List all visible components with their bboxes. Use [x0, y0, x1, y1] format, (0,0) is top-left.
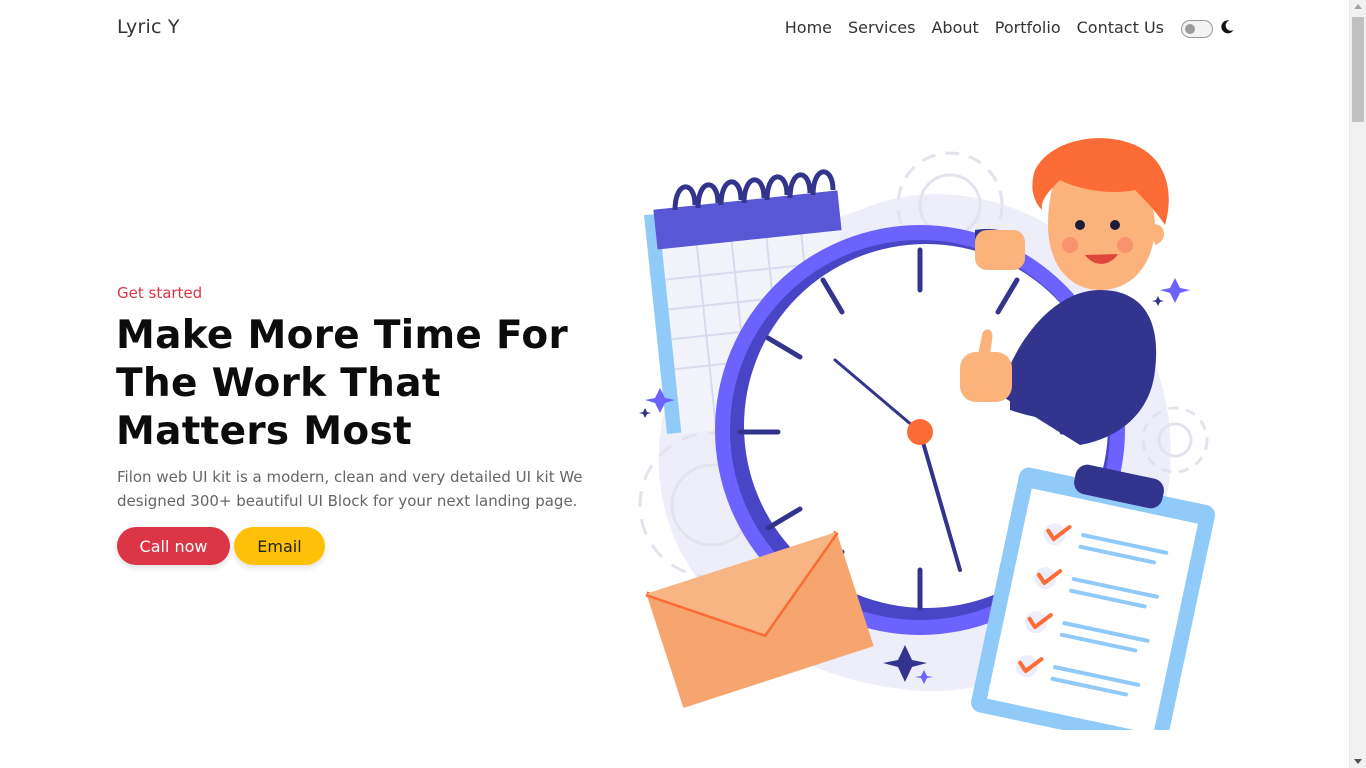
- time-management-illustration: [638, 138, 1215, 730]
- hero-headline: Make More Time For The Work That Matters…: [116, 313, 569, 454]
- brand-logo[interactable]: Lyric Y: [117, 16, 180, 38]
- call-now-button[interactable]: Call now: [117, 527, 230, 565]
- nav-about[interactable]: About: [931, 18, 978, 37]
- email-button[interactable]: Email: [234, 527, 325, 565]
- theme-toggle[interactable]: [1181, 20, 1213, 38]
- nav-services[interactable]: Services: [848, 18, 915, 37]
- main-nav: Home Services About Portfolio Contact Us: [785, 18, 1164, 37]
- page: Lyric Y Home Services About Portfolio Co…: [0, 0, 1349, 768]
- vertical-scrollbar[interactable]: [1349, 0, 1366, 768]
- hero-eyebrow: Get started: [117, 284, 203, 302]
- moon-icon[interactable]: [1219, 19, 1235, 35]
- hero-description: Filon web UI kit is a modern, clean and …: [117, 468, 583, 510]
- nav-home[interactable]: Home: [785, 18, 832, 37]
- scroll-thumb[interactable]: [1352, 17, 1364, 122]
- nav-contact-us[interactable]: Contact Us: [1077, 18, 1164, 37]
- toggle-knob: [1185, 24, 1195, 34]
- nav-portfolio[interactable]: Portfolio: [995, 18, 1061, 37]
- scroll-down-arrow-icon[interactable]: [1354, 759, 1362, 764]
- scroll-up-arrow-icon[interactable]: [1354, 4, 1362, 9]
